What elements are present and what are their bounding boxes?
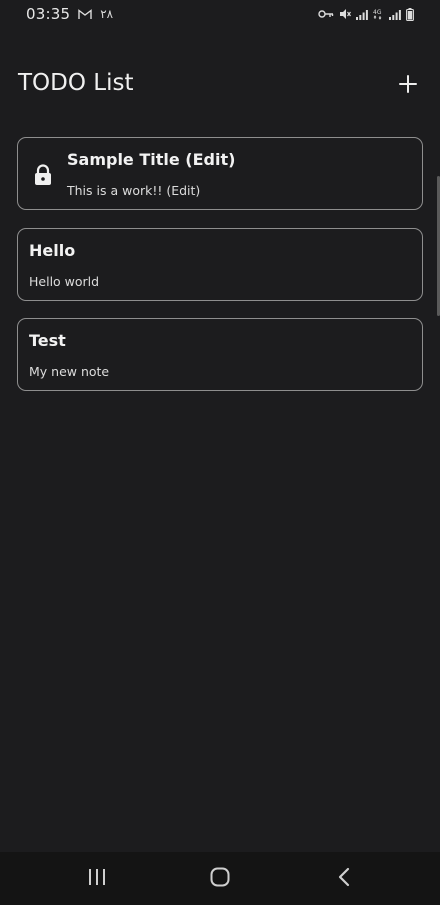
app-screen: 03:35 ٢٨ 4G TODO List Sample Title (Edit…	[0, 0, 440, 905]
mute-icon	[339, 8, 351, 20]
battery-icon	[406, 7, 414, 21]
status-date: ٢٨	[100, 7, 114, 21]
note-card[interactable]: Sample Title (Edit) This is a work!! (Ed…	[17, 137, 423, 210]
note-title: Test	[29, 331, 66, 350]
note-card[interactable]: Hello Hello world	[17, 227, 423, 301]
note-body: My new note	[29, 364, 110, 379]
home-icon	[210, 867, 230, 891]
status-left: 03:35 ٢٨	[26, 5, 113, 24]
note-card[interactable]: Test My new note	[17, 318, 423, 391]
status-bar: 03:35 ٢٨ 4G	[0, 0, 440, 28]
navigation-bar	[0, 852, 440, 905]
recents-button[interactable]	[83, 865, 111, 893]
note-body: This is a work!! (Edit)	[67, 183, 201, 198]
back-icon	[337, 867, 351, 891]
notes-list: Sample Title (Edit) This is a work!! (Ed…	[17, 137, 423, 409]
app-header: TODO List	[0, 60, 440, 112]
recents-icon	[87, 868, 107, 890]
back-button[interactable]	[330, 865, 358, 893]
plus-icon	[399, 75, 417, 97]
note-title: Sample Title (Edit)	[67, 150, 236, 169]
add-note-button[interactable]	[390, 68, 426, 104]
note-body: Hello world	[29, 273, 100, 289]
gmail-icon	[78, 5, 92, 24]
signal-icon	[389, 9, 401, 20]
lock-icon	[33, 164, 53, 186]
4g-icon: 4G	[373, 8, 384, 20]
signal-icon	[356, 9, 368, 20]
svg-text:4G: 4G	[373, 9, 382, 16]
status-time: 03:35	[26, 5, 71, 23]
note-title: Hello	[29, 240, 76, 260]
home-button[interactable]	[206, 865, 234, 893]
status-right: 4G	[318, 7, 414, 21]
vpn-key-icon	[318, 9, 334, 19]
page-title: TODO List	[18, 70, 134, 96]
